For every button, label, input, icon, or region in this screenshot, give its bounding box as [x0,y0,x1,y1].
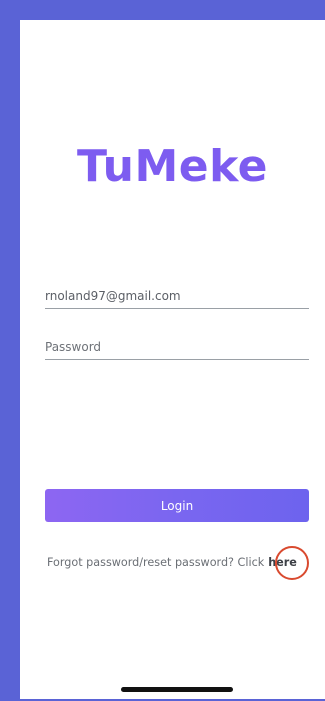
forgot-password-label: Forgot password/reset password? Click [47,556,265,569]
home-indicator [121,687,233,692]
app-logo: TuMeke [76,141,269,192]
password-field[interactable] [45,339,309,354]
forgot-password-link[interactable]: here [268,556,297,569]
email-field[interactable] [45,288,309,303]
login-screen: TuMeke Login Forgot password/reset passw… [20,20,325,699]
forgot-password-text: Forgot password/reset password? Click her… [47,556,297,569]
password-field-container [45,334,309,360]
login-button[interactable]: Login [45,489,309,522]
email-field-container [45,283,309,309]
